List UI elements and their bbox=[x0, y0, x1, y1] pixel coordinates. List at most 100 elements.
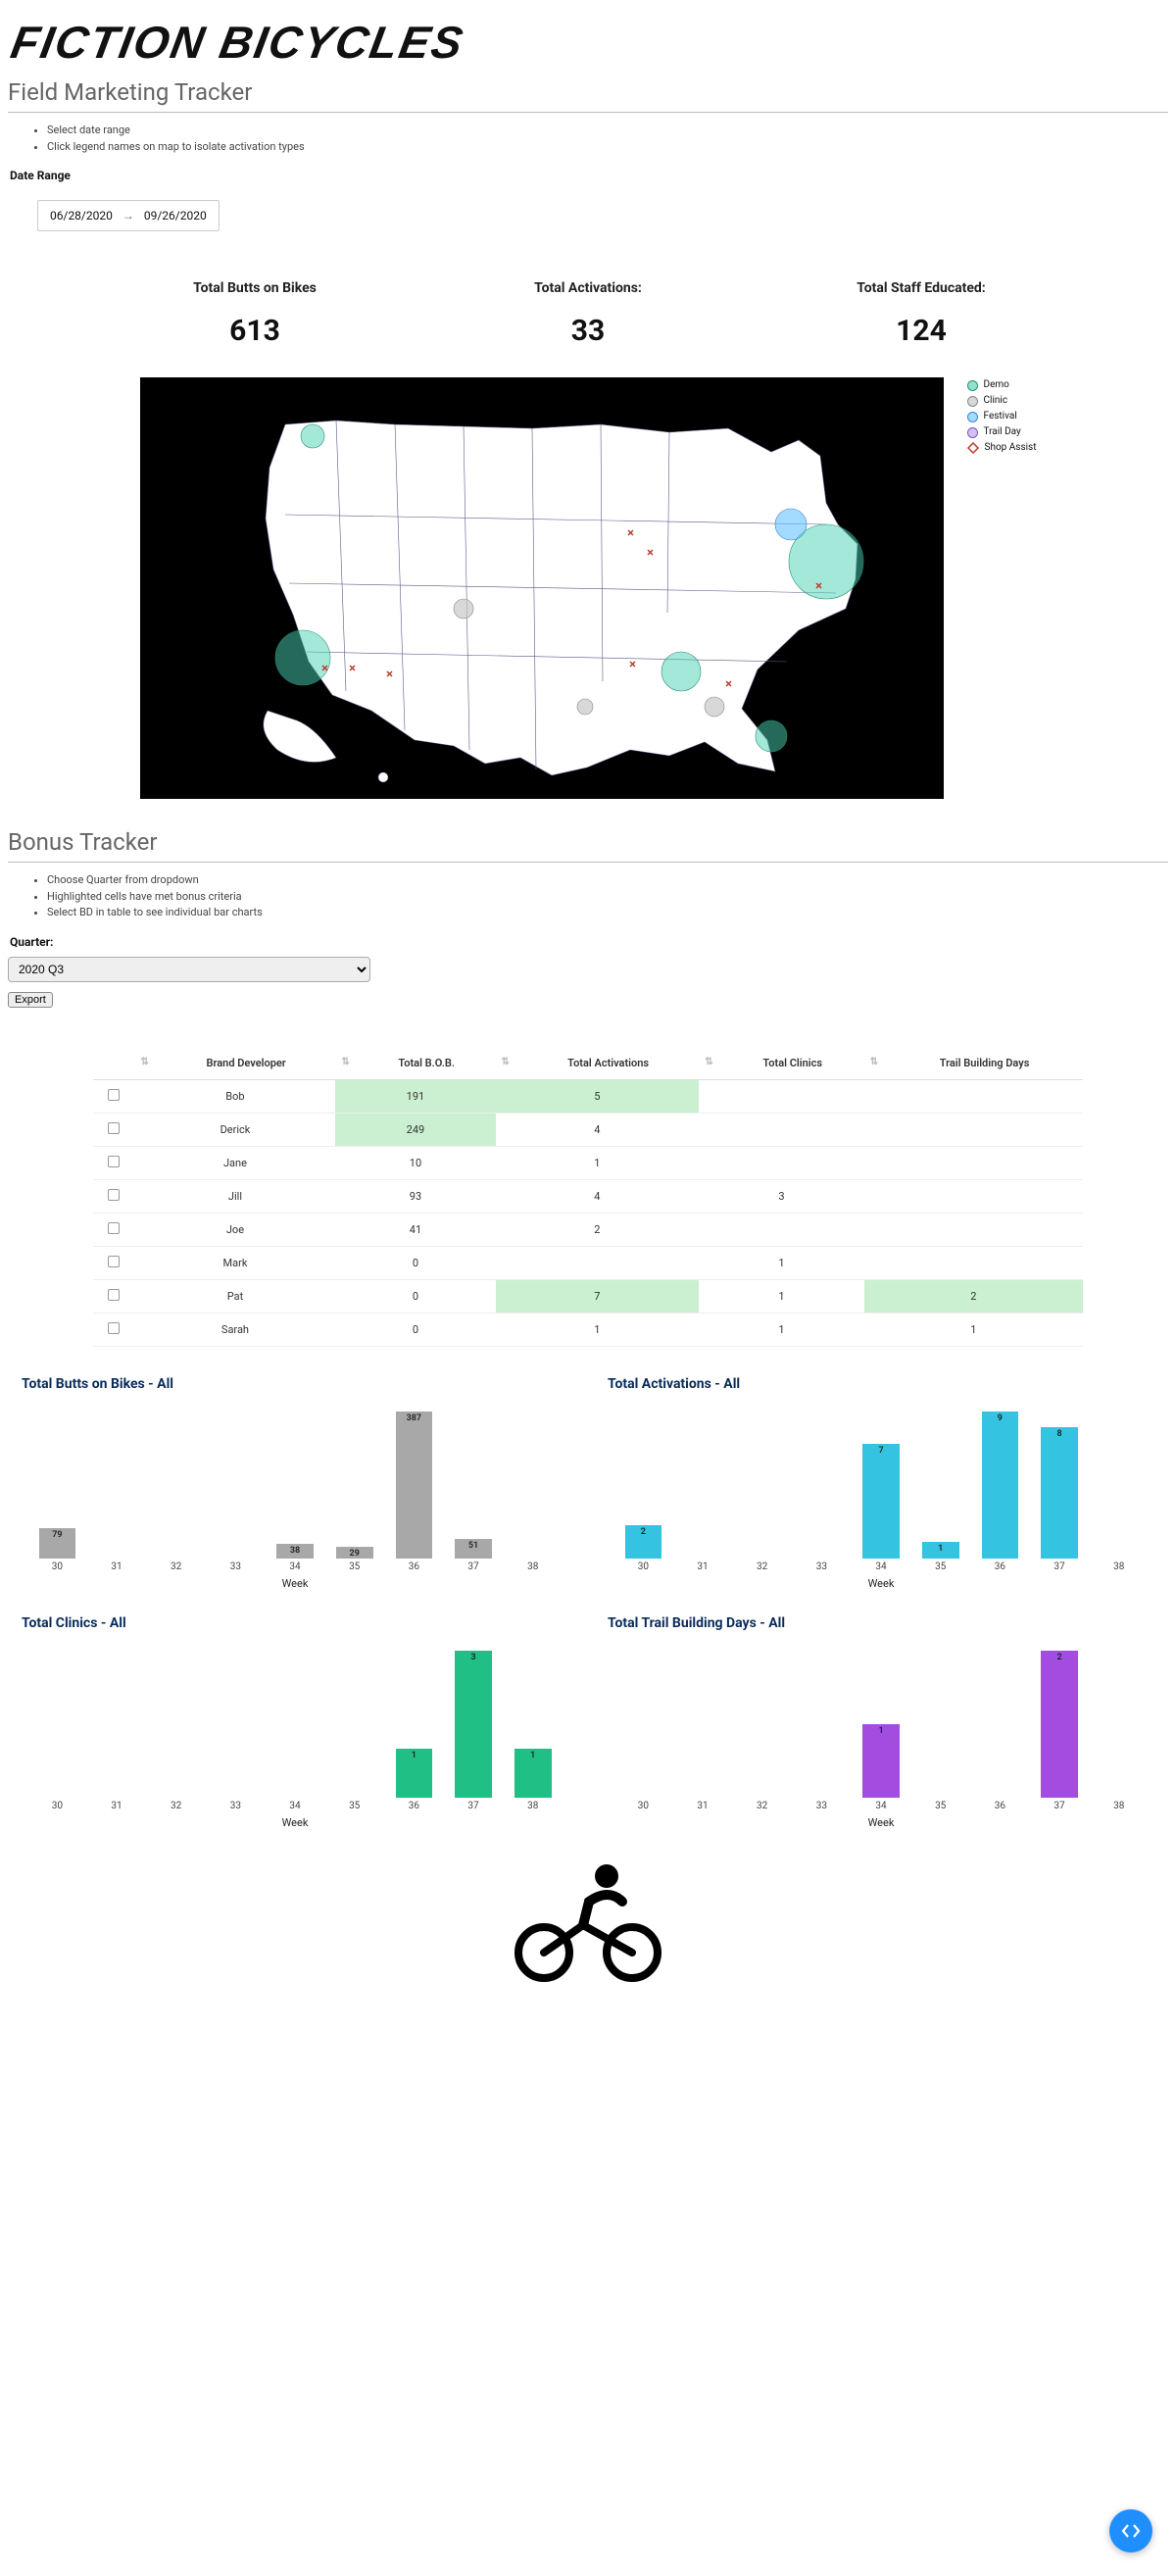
x-axis-label: Week bbox=[608, 1816, 1154, 1829]
x-axis-label: Week bbox=[22, 1816, 568, 1829]
section-title-bonus: Bonus Tracker bbox=[8, 828, 1168, 856]
date-from: 06/28/2020 bbox=[50, 209, 113, 223]
activation-map[interactable] bbox=[140, 377, 944, 799]
sort-icon[interactable]: ⇅ bbox=[341, 1057, 349, 1067]
chart-card: Total Clinics - All131303132333435363738… bbox=[22, 1615, 568, 1825]
table-cell bbox=[864, 1179, 1083, 1213]
table-cell: 0 bbox=[335, 1246, 495, 1279]
table-cell: 7 bbox=[496, 1279, 700, 1313]
bar: 9 bbox=[970, 1412, 1030, 1559]
hints-list-1: Select date rangeClick legend names on m… bbox=[47, 123, 1168, 155]
sort-icon[interactable]: ⇅ bbox=[705, 1057, 712, 1067]
bar: 1 bbox=[384, 1749, 444, 1798]
table-row[interactable]: Mark01 bbox=[93, 1246, 1083, 1279]
row-checkbox[interactable] bbox=[108, 1322, 120, 1334]
row-checkbox[interactable] bbox=[108, 1122, 120, 1134]
table-cell: 41 bbox=[335, 1213, 495, 1246]
table-cell: 249 bbox=[335, 1113, 495, 1146]
kpi-value: 124 bbox=[794, 314, 1049, 348]
legend-label: Demo bbox=[984, 377, 1009, 393]
table-row[interactable]: Derick2494 bbox=[93, 1113, 1083, 1146]
table-cell: 0 bbox=[335, 1313, 495, 1346]
bar: 1 bbox=[852, 1724, 911, 1798]
export-button[interactable]: Export bbox=[8, 992, 53, 1008]
table-cell bbox=[93, 1179, 135, 1213]
table-row[interactable]: Bob1915 bbox=[93, 1079, 1083, 1113]
table-cell: Sarah bbox=[135, 1313, 336, 1346]
row-checkbox[interactable] bbox=[108, 1289, 120, 1301]
kpi-card: Total Butts on Bikes 613 bbox=[127, 280, 382, 348]
bar: 8 bbox=[1030, 1427, 1090, 1558]
legend-item[interactable]: Shop Assist bbox=[967, 440, 1037, 456]
table-cell: 0 bbox=[335, 1279, 495, 1313]
table-cell: 4 bbox=[496, 1113, 700, 1146]
table-cell bbox=[93, 1313, 135, 1346]
chart-card: Total Butts on Bikes - All79382938751303… bbox=[22, 1376, 568, 1586]
bar: 29 bbox=[324, 1547, 384, 1558]
table-row[interactable]: Jane101 bbox=[93, 1146, 1083, 1179]
map-legend[interactable]: DemoClinicFestivalTrail DayShop Assist bbox=[967, 377, 1037, 799]
hint-item: Highlighted cells have met bonus criteri… bbox=[47, 889, 1168, 906]
chart-title: Total Activations - All bbox=[608, 1376, 1154, 1392]
table-cell bbox=[864, 1079, 1083, 1113]
legend-item[interactable]: Demo bbox=[967, 377, 1037, 393]
quarter-select[interactable]: 2020 Q3 bbox=[8, 957, 370, 982]
bar: 3 bbox=[444, 1651, 504, 1798]
sort-icon[interactable]: ⇅ bbox=[870, 1057, 878, 1067]
divider bbox=[8, 862, 1168, 863]
table-row[interactable]: Sarah0111 bbox=[93, 1313, 1083, 1346]
table-cell: 1 bbox=[496, 1313, 700, 1346]
table-header[interactable]: ⇅Brand Developer bbox=[135, 1047, 336, 1080]
date-range-picker[interactable]: 06/28/2020 → 09/26/2020 bbox=[37, 200, 220, 231]
table-cell bbox=[93, 1279, 135, 1313]
table-cell: 10 bbox=[335, 1146, 495, 1179]
row-checkbox[interactable] bbox=[108, 1089, 120, 1101]
legend-item[interactable]: Clinic bbox=[967, 393, 1037, 409]
legend-item[interactable]: Trail Day bbox=[967, 424, 1037, 440]
table-cell: 5 bbox=[496, 1079, 700, 1113]
sort-icon[interactable]: ⇅ bbox=[502, 1057, 510, 1067]
row-checkbox[interactable] bbox=[108, 1156, 120, 1167]
kpi-title: Total Butts on Bikes bbox=[127, 280, 382, 296]
legend-item[interactable]: Festival bbox=[967, 409, 1037, 424]
bar: 1 bbox=[910, 1542, 970, 1559]
table-header[interactable]: ⇅Total Clinics bbox=[699, 1047, 863, 1080]
hawaii-shape bbox=[378, 772, 388, 782]
kpi-title: Total Activations: bbox=[461, 280, 715, 296]
table-cell bbox=[864, 1246, 1083, 1279]
table-row[interactable]: Jill9343 bbox=[93, 1179, 1083, 1213]
date-range-label: Date Range bbox=[10, 169, 1168, 182]
table-header[interactable]: ⇅Total B.O.B. bbox=[335, 1047, 495, 1080]
table-header[interactable]: ⇅Trail Building Days bbox=[864, 1047, 1083, 1080]
table-cell bbox=[699, 1079, 863, 1113]
table-cell: Mark bbox=[135, 1246, 336, 1279]
table-cell: Joe bbox=[135, 1213, 336, 1246]
kpi-value: 613 bbox=[127, 314, 382, 348]
legend-label: Shop Assist bbox=[985, 440, 1037, 456]
x-axis-label: Week bbox=[608, 1577, 1154, 1590]
kpi-value: 33 bbox=[461, 314, 715, 348]
table-cell: 2 bbox=[496, 1213, 700, 1246]
table-cell bbox=[93, 1079, 135, 1113]
table-cell bbox=[496, 1246, 700, 1279]
chart-title: Total Trail Building Days - All bbox=[608, 1615, 1154, 1631]
hint-item: Select date range bbox=[47, 123, 1168, 139]
table-cell bbox=[864, 1213, 1083, 1246]
help-fab[interactable] bbox=[1109, 2509, 1152, 2552]
table-cell: Derick bbox=[135, 1113, 336, 1146]
table-cell bbox=[864, 1146, 1083, 1179]
table-cell: 1 bbox=[864, 1313, 1083, 1346]
row-checkbox[interactable] bbox=[108, 1189, 120, 1201]
table-header[interactable] bbox=[93, 1047, 135, 1080]
table-header[interactable]: ⇅Total Activations bbox=[496, 1047, 700, 1080]
logo: FICTION BICYCLES bbox=[7, 16, 1173, 69]
table-cell bbox=[93, 1113, 135, 1146]
row-checkbox[interactable] bbox=[108, 1256, 120, 1267]
section-title-field: Field Marketing Tracker bbox=[8, 78, 1168, 106]
sort-icon[interactable]: ⇅ bbox=[141, 1057, 149, 1067]
bar: 38 bbox=[266, 1544, 325, 1559]
table-cell: 93 bbox=[335, 1179, 495, 1213]
table-row[interactable]: Joe412 bbox=[93, 1213, 1083, 1246]
table-row[interactable]: Pat0712 bbox=[93, 1279, 1083, 1313]
row-checkbox[interactable] bbox=[108, 1222, 120, 1234]
